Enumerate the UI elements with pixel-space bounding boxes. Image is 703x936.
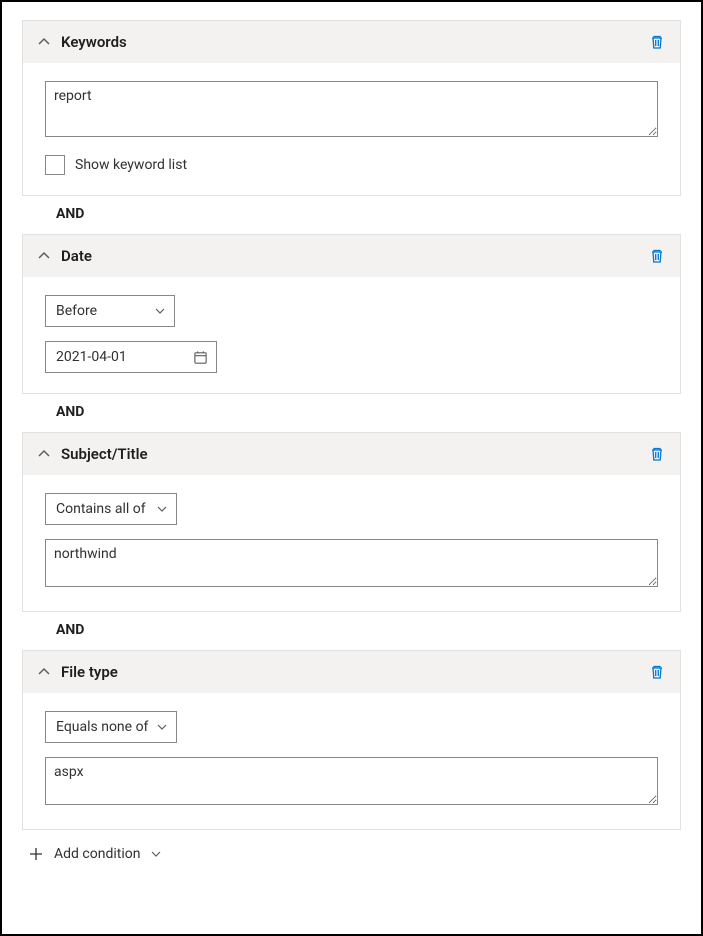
condition-header: File type <box>23 651 680 693</box>
show-keyword-list-checkbox[interactable] <box>45 155 65 175</box>
chevron-up-icon[interactable] <box>37 35 51 49</box>
add-condition-label: Add condition <box>54 846 140 862</box>
date-value: 2021-04-01 <box>56 349 127 365</box>
condition-header: Keywords <box>23 21 680 63</box>
operator-label: AND <box>22 394 681 432</box>
condition-title: Subject/Title <box>61 445 648 463</box>
condition-body: Equals none of <box>23 693 680 829</box>
dropdown-value: Equals none of <box>56 719 148 735</box>
subject-operator-dropdown[interactable]: Contains all of <box>45 493 177 525</box>
condition-title: Date <box>61 247 648 265</box>
condition-body: Contains all of <box>23 475 680 611</box>
condition-body: Show keyword list <box>23 63 680 195</box>
operator-label: AND <box>22 196 681 234</box>
chevron-up-icon[interactable] <box>37 665 51 679</box>
date-input[interactable]: 2021-04-01 <box>45 341 217 373</box>
dropdown-value: Contains all of <box>56 501 146 517</box>
filetype-input[interactable] <box>45 757 658 805</box>
keywords-input[interactable] <box>45 81 658 137</box>
chevron-down-icon <box>156 503 168 515</box>
chevron-down-icon <box>156 721 168 733</box>
chevron-down-icon <box>154 305 166 317</box>
calendar-icon <box>192 349 208 365</box>
show-keyword-list-row: Show keyword list <box>45 155 658 175</box>
condition-body: Before 2021-04-01 <box>23 277 680 393</box>
condition-card-filetype: File type Equals none of <box>22 650 681 830</box>
delete-icon[interactable] <box>648 33 666 51</box>
filetype-operator-dropdown[interactable]: Equals none of <box>45 711 177 743</box>
condition-card-date: Date Before 2021-04-01 <box>22 234 681 394</box>
chevron-up-icon[interactable] <box>37 249 51 263</box>
condition-title: File type <box>61 663 648 681</box>
add-condition-button[interactable]: Add condition <box>22 830 681 862</box>
condition-header: Date <box>23 235 680 277</box>
plus-icon <box>28 846 44 862</box>
date-operator-dropdown[interactable]: Before <box>45 295 175 327</box>
subject-input[interactable] <box>45 539 658 587</box>
condition-title: Keywords <box>61 33 648 51</box>
chevron-up-icon[interactable] <box>37 447 51 461</box>
delete-icon[interactable] <box>648 445 666 463</box>
delete-icon[interactable] <box>648 247 666 265</box>
condition-card-subject: Subject/Title Contains all of <box>22 432 681 612</box>
condition-header: Subject/Title <box>23 433 680 475</box>
delete-icon[interactable] <box>648 663 666 681</box>
operator-label: AND <box>22 612 681 650</box>
chevron-down-icon <box>150 848 162 860</box>
condition-card-keywords: Keywords Show keyword list <box>22 20 681 196</box>
checkbox-label: Show keyword list <box>75 157 187 173</box>
dropdown-value: Before <box>56 303 97 319</box>
